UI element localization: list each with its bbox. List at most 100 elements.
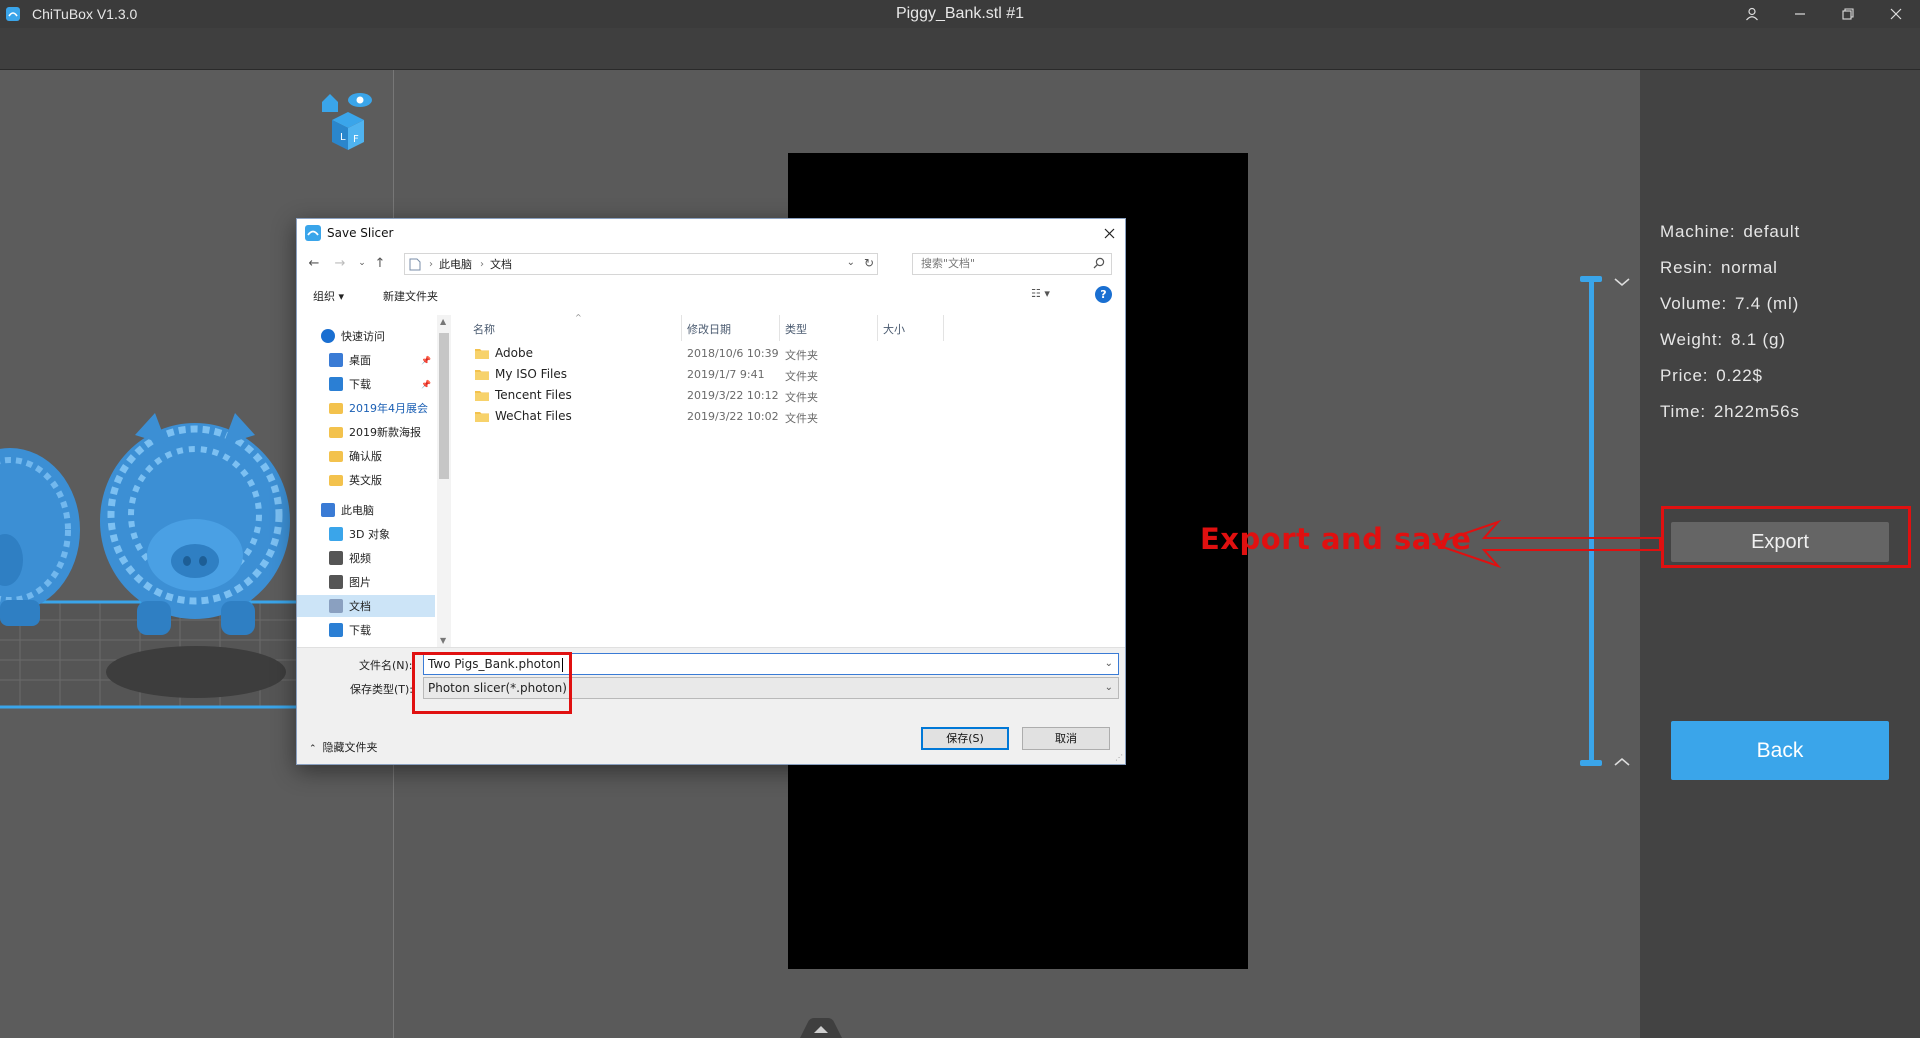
print-info-list: Machine: default Resin: normal Volume: 7.4 … — [1660, 222, 1800, 438]
folder-icon — [475, 370, 489, 380]
nav-item[interactable]: 下载 — [297, 619, 435, 641]
folder-icon — [475, 349, 489, 359]
dialog-title-bar[interactable]: Save Slicer — [297, 219, 1125, 247]
back-arrow-button[interactable]: ← — [305, 254, 323, 272]
nav-item[interactable]: 此电脑 — [297, 499, 435, 521]
pin-icon: 📌 — [421, 379, 431, 389]
file-row[interactable]: WeChat Files 2019/3/22 10:02 文件夹 — [465, 406, 1125, 427]
close-button[interactable] — [1872, 0, 1920, 28]
maximize-button[interactable] — [1824, 0, 1872, 28]
help-icon[interactable]: ? — [1095, 286, 1112, 303]
nav-item-label: 图片 — [349, 576, 371, 589]
nav-item-label: 视频 — [349, 552, 371, 565]
nav-item-label: 英文版 — [349, 474, 382, 487]
organize-menu[interactable]: 组织 ▾ — [313, 288, 344, 304]
document-icon — [329, 599, 343, 613]
filename-label: 文件名(N): — [359, 659, 413, 672]
nav-item-label: 桌面 — [349, 354, 371, 367]
chitubox-logo-icon — [6, 7, 20, 21]
cancel-button[interactable]: 取消 — [1022, 727, 1110, 750]
view-orientation-cube-icon[interactable]: L F — [318, 88, 374, 152]
folder-icon — [475, 412, 489, 422]
up-folder-button[interactable]: ↑ — [371, 254, 389, 272]
expand-up-arrow-icon[interactable] — [800, 1016, 842, 1038]
export-button[interactable]: Export — [1671, 522, 1889, 562]
info-volume: Volume: 7.4 (ml) — [1660, 294, 1800, 313]
view-options-icon[interactable]: ☷ ▾ — [1031, 287, 1050, 300]
scroll-up-icon[interactable]: ▲ — [440, 317, 446, 326]
nav-item[interactable]: 下载 📌 — [297, 373, 435, 395]
file-row[interactable]: Adobe 2018/10/6 10:39 文件夹 — [465, 343, 1125, 364]
column-header-type[interactable]: 类型 — [785, 321, 807, 337]
nav-item[interactable]: 图片 — [297, 571, 435, 593]
file-date: 2018/10/6 10:39 — [687, 347, 779, 360]
column-divider — [779, 315, 780, 341]
search-input[interactable]: 搜索"文档" — [912, 253, 1112, 275]
address-bar[interactable]: › 此电脑 › 文档 ⌄ ↻ — [404, 253, 878, 275]
file-type: 文件夹 — [785, 391, 818, 404]
column-header-date[interactable]: 修改日期 — [687, 321, 731, 337]
breadcrumb-documents[interactable]: 文档 — [490, 256, 512, 272]
refresh-icon[interactable]: ↻ — [864, 256, 874, 270]
dialog-close-button[interactable] — [1099, 223, 1119, 243]
account-button[interactable] — [1728, 0, 1776, 28]
picture-icon — [329, 575, 343, 589]
nav-item[interactable]: 英文版 — [297, 469, 435, 491]
file-date: 2019/3/22 10:12 — [687, 389, 779, 402]
scroll-down-icon[interactable]: ▼ — [440, 636, 446, 645]
breadcrumb-this-pc[interactable]: 此电脑 — [439, 256, 472, 272]
navigation-scrollbar[interactable]: ▲ ▼ — [437, 315, 451, 647]
info-machine: Machine: default — [1660, 222, 1801, 241]
nav-item[interactable]: 2019新款海报 — [297, 421, 435, 443]
navigation-pane: 快速访问桌面 📌 下载 📌 2019年4月展会 2019新款海报 确认版英文版此电脑 3D 对… — [297, 315, 435, 647]
scrollbar-thumb[interactable] — [439, 333, 449, 479]
chevron-down-icon[interactable]: ⌄ — [1105, 654, 1113, 674]
layer-down-chevron-icon[interactable] — [1612, 276, 1632, 288]
info-price: Price: 0.22$ — [1660, 366, 1763, 385]
nav-item-label: 下载 — [349, 378, 371, 391]
new-folder-button[interactable]: 新建文件夹 — [383, 288, 438, 304]
save-button[interactable]: 保存(S) — [921, 727, 1009, 750]
close-icon — [1104, 228, 1114, 238]
nav-item[interactable]: 桌面 📌 — [297, 349, 435, 371]
nav-item-label: 此电脑 — [341, 504, 374, 517]
filetype-label: 保存类型(T): — [350, 683, 414, 696]
resize-grip-icon[interactable]: ⋰ — [1115, 753, 1123, 762]
column-header-name[interactable]: 名称 — [473, 321, 495, 337]
layer-up-chevron-icon[interactable] — [1612, 756, 1632, 768]
folder-icon — [329, 474, 343, 486]
minimize-button[interactable] — [1776, 0, 1824, 28]
app-name: ChiTuBox V1.3.0 — [32, 6, 138, 22]
pin-icon: 📌 — [421, 355, 431, 365]
close-icon — [1890, 8, 1902, 20]
filename-highlight-box — [412, 652, 572, 714]
nav-item[interactable]: 3D 对象 — [297, 523, 435, 545]
sort-ascending-icon: ^ — [575, 313, 582, 322]
annotation-label: Export and save — [1200, 522, 1472, 556]
nav-item[interactable]: 文档 — [297, 595, 435, 617]
nav-item-label: 2019年4月展会 — [349, 402, 428, 415]
computer-icon — [321, 503, 335, 517]
folder-icon — [329, 450, 343, 462]
user-icon — [1746, 7, 1758, 21]
nav-item[interactable]: 2019年4月展会 — [297, 397, 435, 419]
chevron-down-icon[interactable]: ⌄ — [1105, 678, 1113, 698]
nav-item-label: 文档 — [349, 600, 371, 613]
hide-folders-toggle[interactable]: ⌃ 隐藏文件夹 — [309, 739, 378, 755]
forward-arrow-button[interactable]: → — [331, 254, 349, 272]
file-row[interactable]: Tencent Files 2019/3/22 10:12 文件夹 — [465, 385, 1125, 406]
address-dropdown-icon[interactable]: ⌄ — [847, 257, 855, 268]
annotation-arrow-icon — [1432, 520, 1661, 568]
dialog-title: Save Slicer — [327, 226, 394, 240]
back-button[interactable]: Back — [1671, 721, 1889, 780]
file-row[interactable]: My ISO Files 2019/1/7 9:41 文件夹 — [465, 364, 1125, 385]
nav-item[interactable]: 视频 — [297, 547, 435, 569]
nav-item[interactable]: 快速访问 — [297, 325, 435, 347]
nav-item-label: 快速访问 — [341, 330, 385, 343]
recent-locations-button[interactable]: ⌄ — [353, 254, 371, 272]
column-header-size[interactable]: 大小 — [883, 321, 905, 337]
nav-item-label: 下载 — [349, 624, 371, 637]
documents-location-icon — [409, 258, 421, 270]
nav-item[interactable]: 确认版 — [297, 445, 435, 467]
video-icon — [329, 551, 343, 565]
